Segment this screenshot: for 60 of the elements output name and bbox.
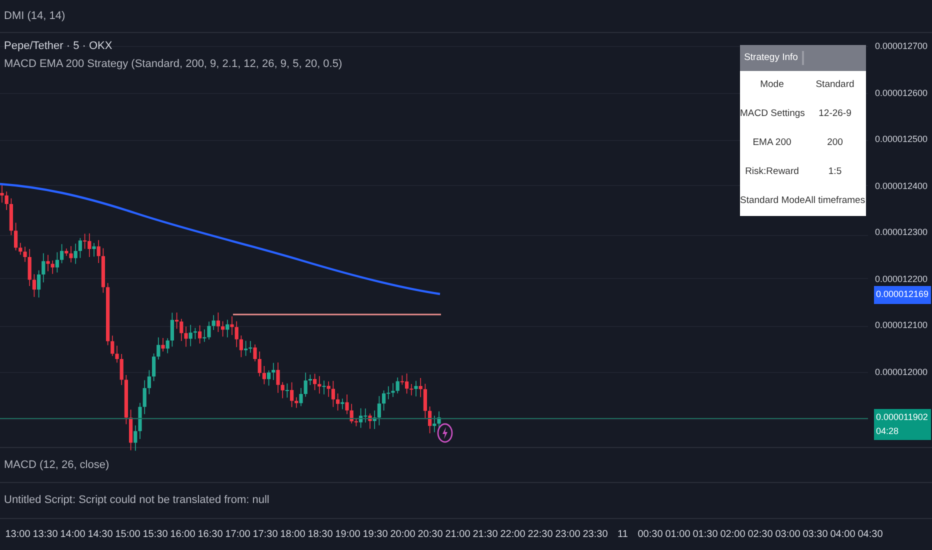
table-cell-text: Mode bbox=[759, 78, 785, 92]
price-tick: 0.000012700 bbox=[875, 40, 928, 53]
table-cell-text: 12-26-9 bbox=[818, 107, 852, 122]
table-cell-text: Risk:Reward bbox=[744, 165, 800, 180]
time-tick: 00:30 bbox=[638, 528, 663, 542]
time-tick: 20:00 bbox=[390, 528, 416, 542]
last-price: 0.000011902 bbox=[876, 411, 929, 424]
time-tick: 15:30 bbox=[142, 528, 168, 542]
time-tick: 22:00 bbox=[500, 528, 526, 542]
ema-price-badge: 0.000012169 bbox=[874, 286, 931, 304]
indicator-label: DMI (14, 14) bbox=[4, 8, 66, 24]
price-tick: 0.000012400 bbox=[875, 180, 928, 192]
time-tick: 01:00 bbox=[665, 528, 690, 542]
time-tick: 16:30 bbox=[198, 528, 223, 542]
time-tick: 18:30 bbox=[308, 528, 333, 542]
time-tick: 16:00 bbox=[170, 528, 196, 542]
symbol-title: Pepe/Tether · 5 · OKX bbox=[4, 39, 114, 54]
indicator-label: MACD (12, 26, close) bbox=[4, 458, 110, 473]
time-tick: 18:00 bbox=[280, 528, 306, 542]
time-tick: 11 bbox=[618, 528, 628, 542]
time-tick: 15:00 bbox=[115, 528, 140, 542]
price-tick: 0.000012100 bbox=[875, 319, 928, 332]
time-tick: 21:00 bbox=[445, 528, 470, 542]
error-message: Untitled Script: Script could not be translated from: null bbox=[4, 493, 270, 508]
price-tick: 0.000012600 bbox=[875, 86, 928, 100]
time-tick: 21:30 bbox=[472, 528, 498, 542]
time-tick: 14:00 bbox=[60, 528, 86, 542]
lightning-icon bbox=[437, 423, 453, 443]
price-tick: 0.000012200 bbox=[875, 272, 928, 286]
time-tick: 17:00 bbox=[225, 528, 250, 542]
time-tick: 03:30 bbox=[802, 528, 828, 542]
time-tick: 04:00 bbox=[830, 528, 856, 542]
time-tick: 13:00 bbox=[5, 528, 30, 542]
table-cell-text: Standard Mode bbox=[740, 194, 804, 208]
price-tick: 0.000012300 bbox=[875, 226, 928, 239]
time-tick: 04:30 bbox=[858, 528, 883, 542]
time-tick: 19:00 bbox=[335, 528, 360, 542]
time-tick: 02:30 bbox=[748, 528, 773, 542]
time-tick: 23:30 bbox=[582, 528, 608, 542]
time-tick: 20:30 bbox=[418, 528, 443, 542]
time-tick: 17:30 bbox=[252, 528, 278, 542]
price-tick: 0.000012000 bbox=[875, 366, 928, 378]
table-cell-text: 1:5 bbox=[827, 165, 843, 180]
time-tick: 01:30 bbox=[692, 528, 718, 542]
price-tick: 0.000012500 bbox=[875, 133, 928, 146]
table-cell-text: All timeframes bbox=[804, 194, 866, 208]
time-tick: 03:00 bbox=[775, 528, 800, 542]
table-cell-text: MACD Settings bbox=[740, 107, 804, 122]
table-cell-text: Standard bbox=[814, 78, 856, 92]
table-cell-text: 200 bbox=[826, 136, 844, 150]
time-tick: 23:00 bbox=[555, 528, 580, 542]
strategy-label: MACD EMA 200 Strategy (Standard, 200, 9, 2.1, 12, 26, 9, 5, 20, 0.5) bbox=[4, 56, 342, 72]
time-tick: 13:30 bbox=[32, 528, 58, 542]
time-tick: 22:30 bbox=[528, 528, 553, 542]
countdown: 04:28 bbox=[876, 424, 900, 438]
time-tick: 14:30 bbox=[88, 528, 113, 542]
table-header: Strategy Info bbox=[740, 50, 804, 66]
time-tick: 19:30 bbox=[362, 528, 388, 542]
time-tick: 02:00 bbox=[720, 528, 746, 542]
table-cell-text: EMA 200 bbox=[752, 136, 792, 150]
